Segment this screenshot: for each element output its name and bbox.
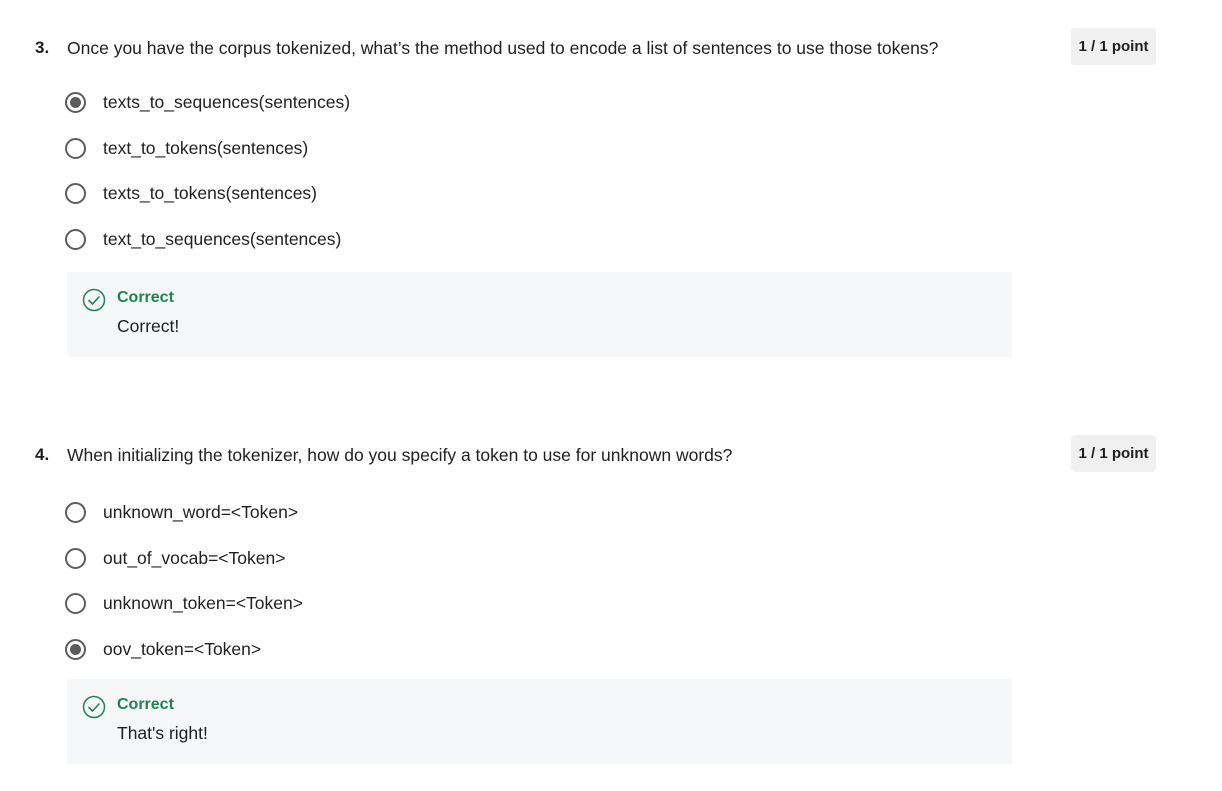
question-number: 3. xyxy=(35,38,50,57)
check-circle-icon xyxy=(82,288,106,312)
radio-button[interactable] xyxy=(65,228,86,250)
option-texts-to-sequences[interactable]: texts_to_sequences(sentences) xyxy=(65,80,350,126)
radio-button[interactable] xyxy=(65,547,86,569)
points-badge: 1 / 1 point xyxy=(1071,28,1156,65)
option-text-to-sequences[interactable]: text_to_sequences(sentences) xyxy=(65,217,350,263)
check-circle-icon xyxy=(82,695,106,719)
option-label: text_to_sequences(sentences) xyxy=(103,228,342,249)
option-label: texts_to_sequences(sentences) xyxy=(103,92,351,113)
feedback-title: Correct xyxy=(117,696,174,713)
feedback-box: Correct Correct! xyxy=(67,272,1012,357)
options-list: unknown_word=<Token> out_of_vocab=<Token… xyxy=(65,490,303,672)
question-text: Once you have the corpus tokenized, what… xyxy=(67,38,939,58)
option-texts-to-tokens[interactable]: texts_to_tokens(sentences) xyxy=(65,171,350,217)
option-label: oov_token=<Token> xyxy=(103,638,262,659)
option-label: texts_to_tokens(sentences) xyxy=(103,183,318,204)
feedback-text: That's right! xyxy=(117,723,208,743)
feedback-box: Correct That's right! xyxy=(67,679,1012,764)
radio-button[interactable] xyxy=(65,92,86,114)
option-label: text_to_tokens(sentences) xyxy=(103,137,309,158)
radio-button[interactable] xyxy=(65,183,86,205)
radio-button[interactable] xyxy=(65,638,86,660)
question-text: When initializing the tokenizer, how do … xyxy=(67,445,733,465)
option-label: out_of_vocab=<Token> xyxy=(103,547,286,568)
option-label: unknown_word=<Token> xyxy=(103,502,299,523)
option-text-to-tokens[interactable]: text_to_tokens(sentences) xyxy=(65,126,350,172)
options-list: texts_to_sequences(sentences) text_to_to… xyxy=(65,80,350,262)
option-out-of-vocab[interactable]: out_of_vocab=<Token> xyxy=(65,536,303,582)
option-unknown-token[interactable]: unknown_token=<Token> xyxy=(65,581,303,627)
radio-button[interactable] xyxy=(65,137,86,159)
option-oov-token[interactable]: oov_token=<Token> xyxy=(65,627,303,673)
feedback-title: Correct xyxy=(117,289,174,306)
question-number: 4. xyxy=(35,445,50,464)
option-label: unknown_token=<Token> xyxy=(103,593,303,614)
points-badge: 1 / 1 point xyxy=(1071,435,1156,472)
radio-button[interactable] xyxy=(65,593,86,615)
option-unknown-word[interactable]: unknown_word=<Token> xyxy=(65,490,303,536)
feedback-text: Correct! xyxy=(117,316,180,336)
radio-button[interactable] xyxy=(65,502,86,524)
